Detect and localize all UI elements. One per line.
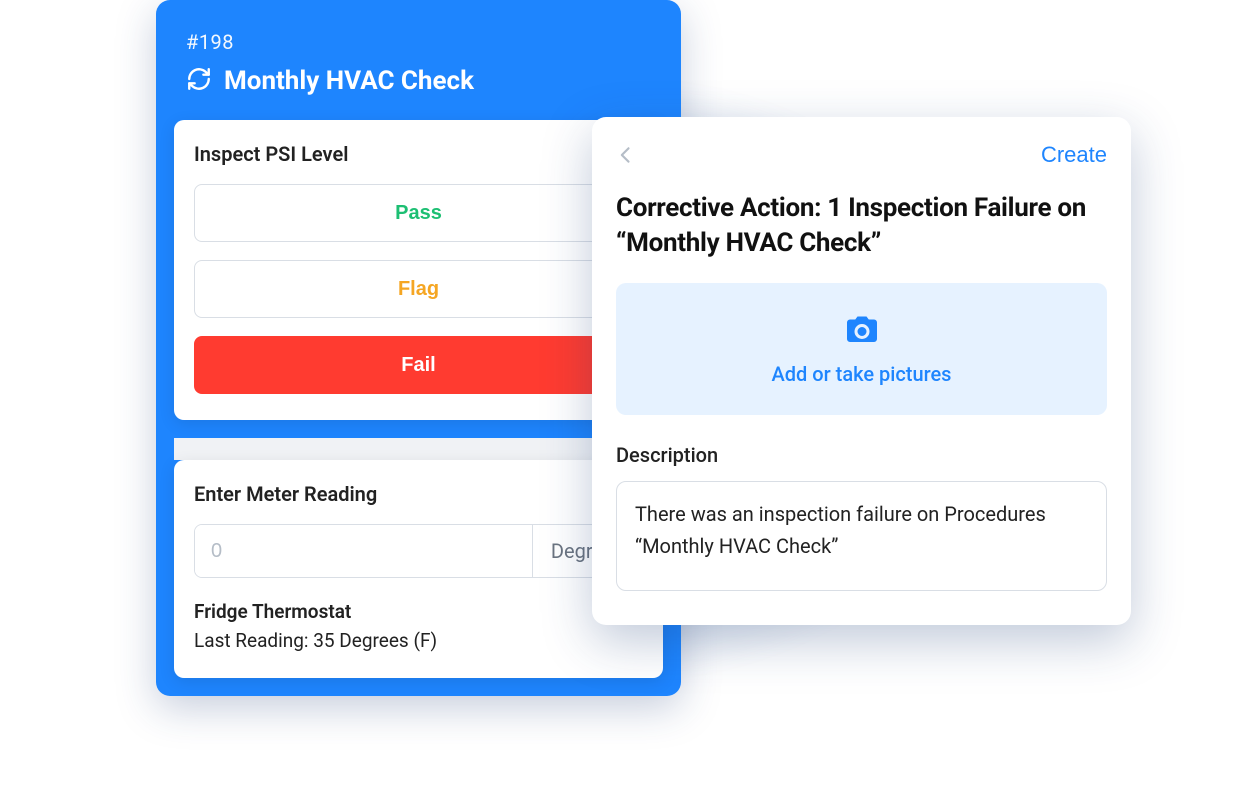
create-button[interactable]: Create xyxy=(1041,142,1107,168)
description-input[interactable] xyxy=(616,481,1107,591)
meter-last-reading: Last Reading: 35 Degrees (F) xyxy=(194,629,643,652)
meter-device-name: Fridge Thermostat xyxy=(194,600,643,623)
corrective-title: Corrective Action: 1 Inspection Failure … xyxy=(616,191,1107,261)
inspect-title: Inspect PSI Level xyxy=(194,142,643,166)
corrective-topbar: Create xyxy=(616,141,1107,169)
work-order-header: #198 Monthly HVAC Check xyxy=(156,0,681,120)
add-photo-label: Add or take pictures xyxy=(772,362,952,386)
meter-input[interactable] xyxy=(195,525,532,577)
description-label: Description xyxy=(616,443,1107,467)
work-order-id: #198 xyxy=(186,30,651,54)
work-order-title: Monthly HVAC Check xyxy=(224,66,474,96)
camera-icon xyxy=(844,312,880,352)
refresh-icon xyxy=(186,66,212,96)
section-divider xyxy=(174,438,663,460)
fail-button[interactable]: Fail xyxy=(194,336,643,394)
back-icon[interactable] xyxy=(616,141,636,169)
pass-button[interactable]: Pass xyxy=(194,184,643,242)
corrective-action-card: Create Corrective Action: 1 Inspection F… xyxy=(592,117,1131,625)
meter-input-row: Degrees xyxy=(194,524,643,578)
add-photo-area[interactable]: Add or take pictures xyxy=(616,283,1107,415)
meter-section: Enter Meter Reading Degrees Fridge Therm… xyxy=(174,460,663,678)
flag-button[interactable]: Flag xyxy=(194,260,643,318)
inspect-section: Inspect PSI Level Pass Flag Fail xyxy=(174,120,663,420)
meter-title: Enter Meter Reading xyxy=(194,482,643,506)
